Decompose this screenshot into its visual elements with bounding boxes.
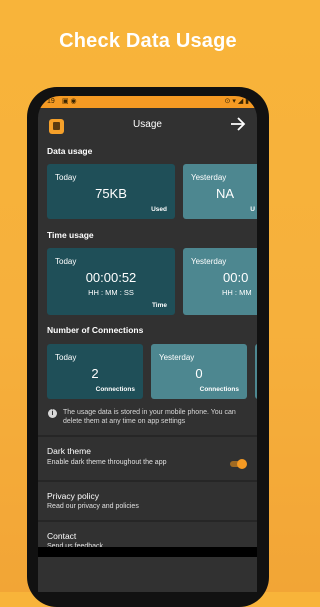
connections-today-unit: Connections: [95, 386, 135, 393]
privacy-policy-title: Privacy policy: [47, 491, 99, 501]
divider: [38, 520, 257, 522]
connections-today-card[interactable]: Today 2 Connections: [47, 344, 143, 399]
time-today-card[interactable]: Today 00:00:52 HH : MM : SS Time: [47, 248, 175, 315]
notification-icons: ▣ ◉: [62, 98, 77, 105]
app-screen: 19 ▣ ◉ ⊙ ▾ ◢ ▮ Usage Data usage Today 75…: [38, 96, 257, 592]
connections-title: Number of Connections: [47, 325, 144, 335]
promo-headline: Check Data Usage: [59, 30, 237, 52]
data-usage-title: Data usage: [47, 146, 93, 156]
data-yesterday-unit: U: [250, 206, 255, 213]
data-today-value: 75KB: [95, 186, 127, 201]
data-today-card[interactable]: Today 75KB Used: [47, 164, 175, 219]
connections-today-value: 2: [91, 366, 99, 381]
time-today-format: HH : MM : SS: [88, 288, 134, 297]
page-title: Usage: [133, 119, 162, 130]
connections-yesterday-card[interactable]: Yesterday 0 Connections: [151, 344, 247, 399]
dark-theme-title: Dark theme: [47, 446, 91, 456]
connections-yesterday-unit: Connections: [199, 386, 239, 393]
system-icons: ⊙ ▾ ◢ ▮: [224, 98, 249, 105]
connections-next-card[interactable]: [255, 344, 257, 399]
connections-yesterday-value: 0: [195, 366, 203, 381]
divider: [38, 480, 257, 482]
status-time: 19: [47, 98, 55, 105]
privacy-policy-subtitle: Read our privacy and policies: [47, 503, 139, 510]
dark-theme-subtitle: Enable dark theme throughout the app: [47, 459, 167, 466]
divider: [38, 435, 257, 437]
time-yesterday-value: 00:0: [223, 270, 249, 285]
contact-title: Contact: [47, 531, 77, 541]
connections-today-label: Today: [55, 353, 77, 362]
time-usage-title: Time usage: [47, 230, 94, 240]
time-yesterday-label: Yesterday: [191, 257, 227, 266]
app-bar: Usage: [38, 108, 257, 144]
status-bar: 19 ▣ ◉ ⊙ ▾ ◢ ▮: [38, 96, 257, 108]
time-today-unit: Time: [151, 302, 167, 309]
data-yesterday-card[interactable]: Yesterday NA U: [183, 164, 257, 219]
storage-info-text: The usage data is stored in your mobile …: [63, 409, 236, 425]
time-today-value: 00:00:52: [85, 270, 137, 285]
connections-yesterday-label: Yesterday: [159, 353, 195, 362]
data-today-unit: Used: [151, 206, 167, 213]
dark-theme-toggle[interactable]: [230, 459, 248, 469]
data-yesterday-label: Yesterday: [191, 173, 227, 182]
navigation-bar: [38, 547, 257, 557]
info-icon: i: [48, 409, 57, 418]
exit-icon[interactable]: [229, 115, 247, 133]
data-today-label: Today: [55, 173, 77, 182]
time-yesterday-card[interactable]: Yesterday 00:0 HH : MM: [183, 248, 257, 315]
time-today-label: Today: [55, 257, 77, 266]
data-yesterday-value: NA: [215, 186, 235, 201]
toggle-thumb: [237, 459, 247, 469]
time-yesterday-format: HH : MM: [222, 288, 252, 297]
